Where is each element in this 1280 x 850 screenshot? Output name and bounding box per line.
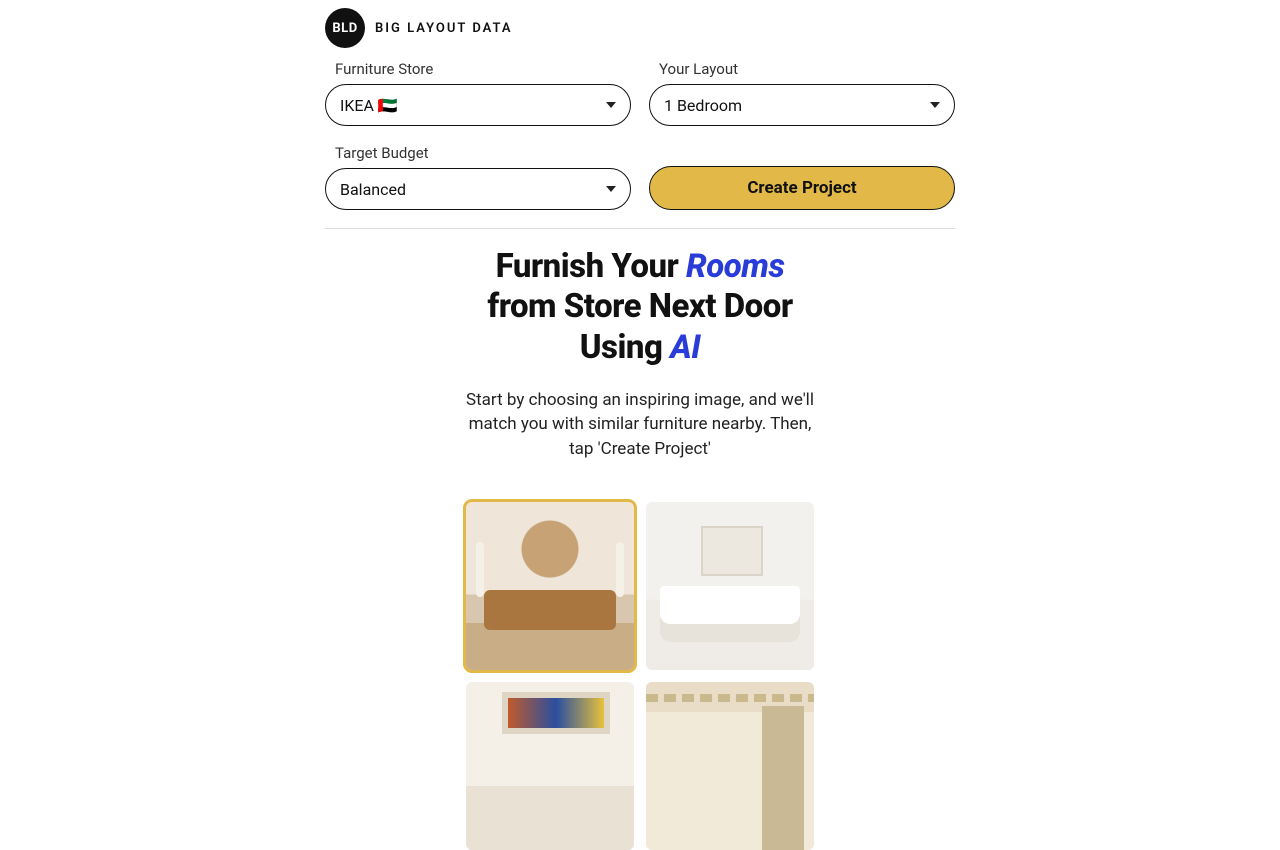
headline: Furnish Your Rooms from Store Next Door … <box>325 247 955 368</box>
inspiration-gallery <box>466 502 814 850</box>
headline-text: from Store Next Door <box>487 287 792 326</box>
budget-select[interactable]: Balanced <box>325 168 631 210</box>
budget-label: Target Budget <box>325 144 631 162</box>
headline-emphasis-rooms: Rooms <box>686 247 784 286</box>
store-select-value: IKEA 🇦🇪 <box>340 96 398 115</box>
layout-select[interactable]: 1 Bedroom <box>649 84 955 126</box>
divider <box>325 228 955 229</box>
subheadline: Start by choosing an inspiring image, an… <box>460 388 820 462</box>
chevron-down-icon <box>606 102 616 108</box>
brand-header: BLD BIG LAYOUT DATA <box>325 8 955 60</box>
headline-emphasis-ai: AI <box>670 328 700 367</box>
headline-text: Furnish Your <box>496 247 686 286</box>
headline-text: Using <box>580 328 670 367</box>
brand-name: BIG LAYOUT DATA <box>375 21 513 36</box>
chevron-down-icon <box>930 102 940 108</box>
chevron-down-icon <box>606 186 616 192</box>
create-project-button[interactable]: Create Project <box>649 166 955 210</box>
inspiration-thumb[interactable] <box>466 502 634 670</box>
inspiration-thumb[interactable] <box>646 682 814 850</box>
store-label: Furniture Store <box>325 60 631 78</box>
budget-select-value: Balanced <box>340 180 406 199</box>
inspiration-thumb[interactable] <box>646 502 814 670</box>
store-select[interactable]: IKEA 🇦🇪 <box>325 84 631 126</box>
inspiration-thumb[interactable] <box>466 682 634 850</box>
layout-label: Your Layout <box>649 60 955 78</box>
brand-badge: BLD <box>325 8 365 48</box>
layout-select-value: 1 Bedroom <box>664 96 742 115</box>
